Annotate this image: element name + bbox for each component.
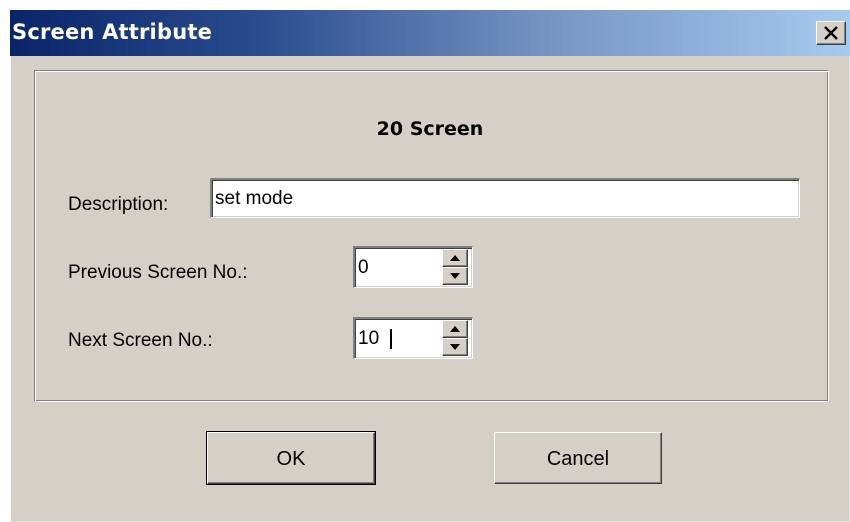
description-input[interactable] <box>215 182 796 215</box>
arrow-up-icon <box>450 326 460 332</box>
previous-screen-down-button[interactable] <box>442 267 468 285</box>
text-cursor <box>390 329 392 349</box>
ok-button[interactable]: OK <box>206 431 376 485</box>
arrow-down-icon <box>450 344 460 350</box>
next-screen-down-button[interactable] <box>442 338 468 356</box>
arrow-up-icon <box>450 255 460 261</box>
description-label: Description: <box>68 194 169 215</box>
screen-attribute-dialog: Screen Attribute 20 Screen Description: … <box>10 10 850 522</box>
title-bar[interactable]: Screen Attribute <box>10 10 850 56</box>
next-screen-input[interactable] <box>358 321 428 356</box>
arrow-down-icon <box>450 273 460 279</box>
previous-screen-input[interactable] <box>358 250 428 285</box>
ok-button-label: OK <box>276 448 306 470</box>
previous-screen-label: Previous Screen No.: <box>68 262 248 283</box>
description-field-box <box>210 178 800 218</box>
cancel-button-label: Cancel <box>546 448 610 470</box>
next-screen-stepper[interactable] <box>442 320 468 356</box>
close-button[interactable] <box>816 21 846 45</box>
screen-heading: 20 Screen <box>376 118 484 140</box>
previous-screen-up-button[interactable] <box>442 249 468 267</box>
next-screen-up-button[interactable] <box>442 320 468 338</box>
previous-screen-stepper[interactable] <box>442 249 468 285</box>
window-title: Screen Attribute <box>12 20 213 44</box>
close-icon <box>824 26 838 40</box>
cancel-button[interactable]: Cancel <box>494 432 662 484</box>
next-screen-label: Next Screen No.: <box>68 330 213 351</box>
